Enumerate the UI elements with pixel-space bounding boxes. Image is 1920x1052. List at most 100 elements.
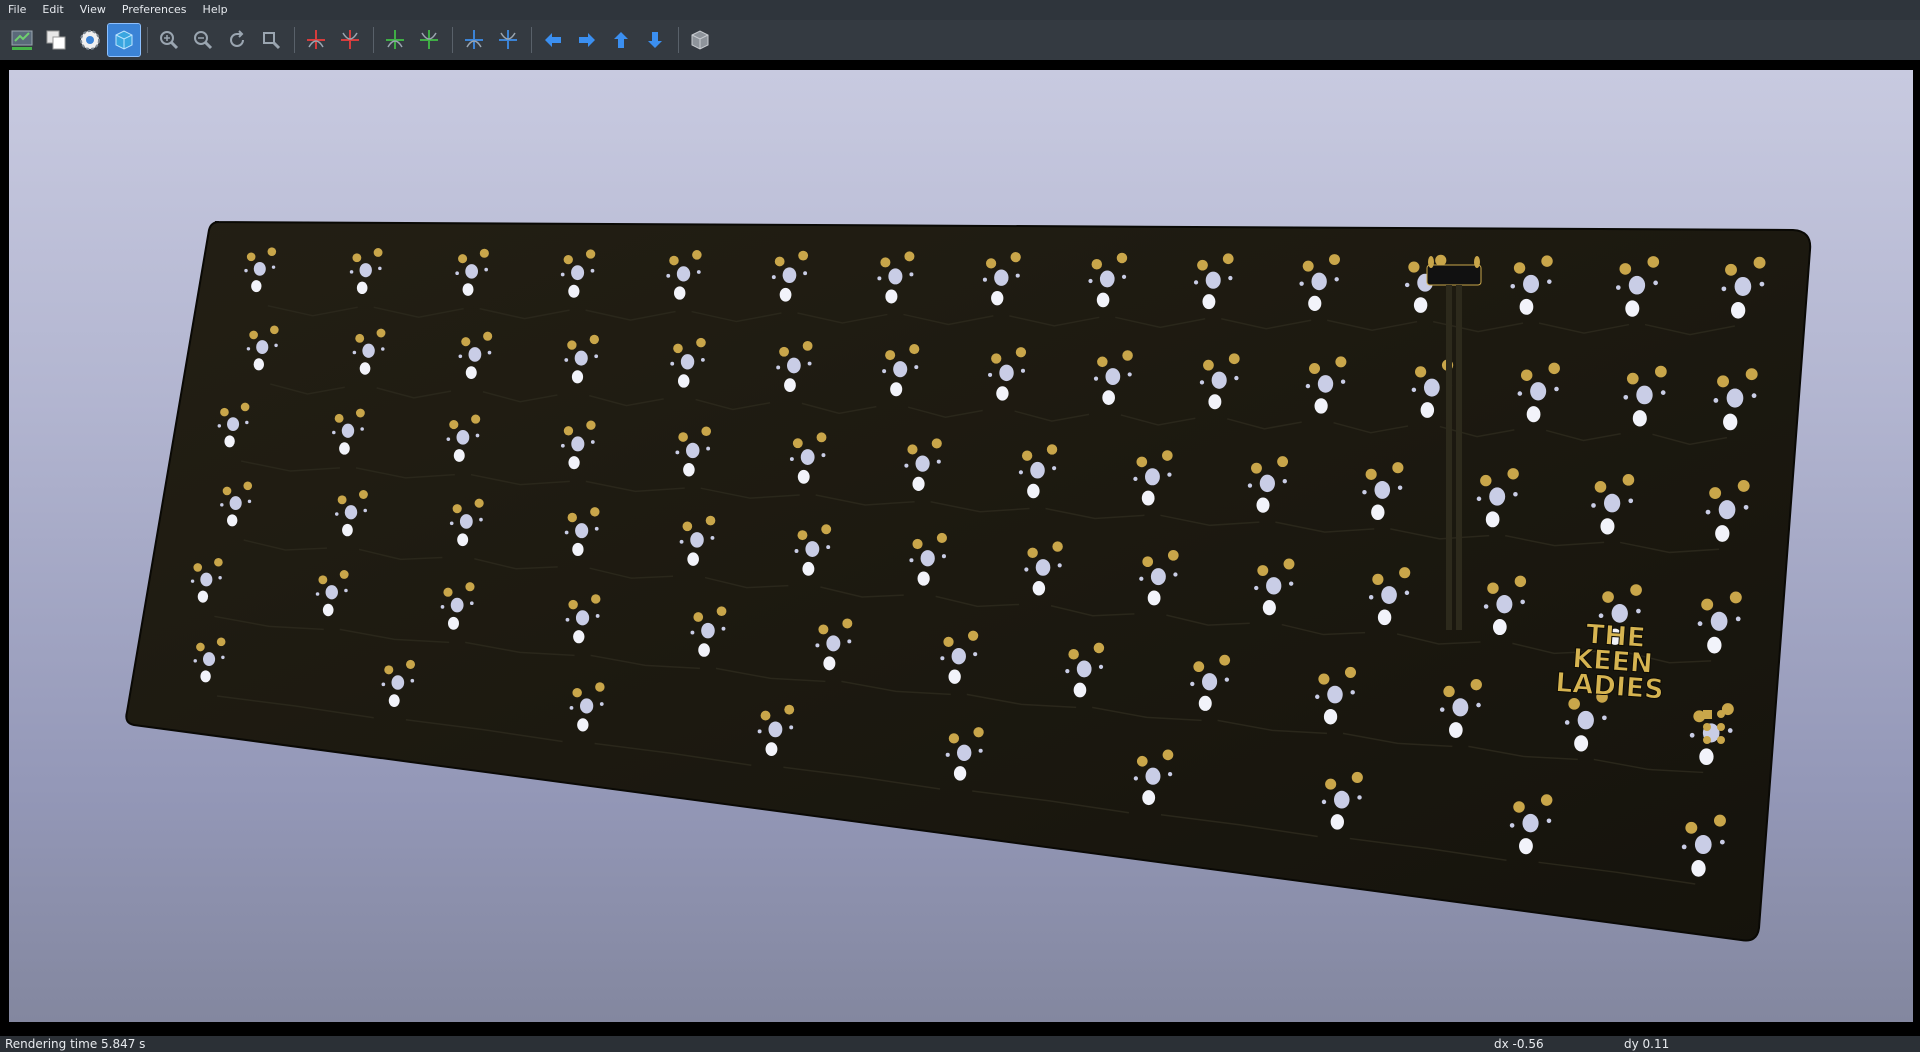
hole	[580, 698, 594, 714]
hole	[456, 430, 470, 445]
hole	[599, 702, 604, 706]
hole	[1144, 468, 1160, 486]
3d-viewport[interactable]: THE KEEN LADIES	[9, 70, 1913, 1022]
hole	[677, 374, 690, 388]
pad	[1372, 573, 1384, 585]
status-bar: Rendering time 5.847 s dx -0.56 dy 0.11	[0, 1036, 1920, 1052]
hole	[1476, 496, 1482, 502]
pad	[1594, 481, 1607, 493]
hole	[458, 354, 463, 359]
pad	[760, 710, 771, 721]
rotate-x-ccw-button[interactable]	[334, 24, 366, 56]
hole	[757, 729, 762, 734]
pad	[1027, 547, 1038, 559]
pad	[214, 557, 223, 567]
hole	[1299, 281, 1304, 286]
pad	[222, 486, 232, 496]
hole	[1710, 611, 1728, 631]
pad	[334, 413, 344, 423]
hole	[469, 601, 474, 606]
hole	[253, 261, 266, 276]
hole	[988, 372, 993, 377]
zoom-in-button[interactable]	[153, 24, 185, 56]
hole	[800, 449, 815, 465]
menu-help[interactable]: Help	[195, 0, 236, 20]
hole	[253, 358, 264, 371]
hole	[1333, 790, 1350, 809]
zoom-out-button[interactable]	[187, 24, 219, 56]
hole	[1727, 728, 1733, 733]
hole	[1357, 795, 1362, 800]
pad	[912, 538, 923, 550]
move-up-icon	[614, 32, 628, 48]
hole	[826, 545, 831, 550]
move-up-button[interactable]	[605, 24, 637, 56]
redraw-button[interactable]	[221, 24, 253, 56]
hole	[1413, 297, 1428, 313]
move-right-button[interactable]	[571, 24, 603, 56]
hole	[1173, 572, 1178, 577]
hole	[475, 433, 480, 438]
pad	[1626, 372, 1639, 385]
hole	[1564, 720, 1570, 725]
hole	[362, 343, 375, 358]
pad	[967, 630, 979, 641]
rotate-x-cw-button[interactable]	[300, 24, 332, 56]
pad	[692, 250, 702, 260]
pad	[465, 582, 475, 592]
pad	[405, 659, 416, 669]
move-down-button[interactable]	[639, 24, 671, 56]
menu-bar: File Edit View Preferences Help	[0, 0, 1920, 20]
rotate-x-cw-icon	[307, 30, 325, 49]
hole	[1743, 504, 1749, 510]
hole	[1522, 813, 1539, 833]
hole	[1520, 599, 1525, 605]
hole	[359, 263, 372, 278]
hole	[1718, 500, 1736, 520]
hole	[1636, 385, 1653, 405]
pad	[716, 606, 727, 617]
settings-button[interactable]	[74, 24, 106, 56]
hole	[956, 744, 972, 762]
menu-edit[interactable]: Edit	[34, 0, 71, 20]
reload-board-button[interactable]	[6, 24, 38, 56]
hole	[920, 550, 935, 567]
pad	[1193, 661, 1205, 673]
move-left-button[interactable]	[537, 24, 569, 56]
hole	[882, 369, 887, 374]
zoom-fit-button[interactable]	[255, 24, 287, 56]
menu-view[interactable]: View	[72, 0, 114, 20]
hole	[909, 558, 914, 563]
rotate-z-cw-icon	[465, 30, 483, 49]
hole	[1496, 595, 1513, 614]
toolbar-separator	[452, 27, 453, 53]
hole	[1030, 461, 1045, 479]
copy-image-button[interactable]	[40, 24, 72, 56]
hole	[1759, 281, 1765, 287]
hole	[1423, 378, 1440, 397]
hole	[1615, 285, 1621, 290]
hole	[1449, 722, 1463, 738]
hole	[1513, 491, 1518, 497]
rotate-y-cw-button[interactable]	[379, 24, 411, 56]
menu-preferences[interactable]: Preferences	[114, 0, 195, 20]
hole	[1314, 398, 1328, 414]
pad	[842, 618, 853, 629]
pad	[1351, 771, 1363, 784]
hole	[1199, 380, 1205, 385]
rotate-z-cw-button[interactable]	[458, 24, 490, 56]
raytracing-button[interactable]	[107, 23, 141, 57]
rotate-y-ccw-button[interactable]	[413, 24, 445, 56]
hole	[568, 284, 580, 298]
pad	[907, 444, 918, 455]
hole	[782, 267, 797, 283]
pad	[572, 687, 582, 698]
ortho-view-button[interactable]	[684, 24, 716, 56]
pad	[797, 530, 808, 541]
pad	[904, 251, 915, 262]
pad	[1046, 444, 1058, 455]
menu-file[interactable]: File	[0, 0, 34, 20]
rotate-z-ccw-button[interactable]	[492, 24, 524, 56]
hole	[577, 718, 589, 732]
zoom-out-icon	[194, 31, 213, 50]
